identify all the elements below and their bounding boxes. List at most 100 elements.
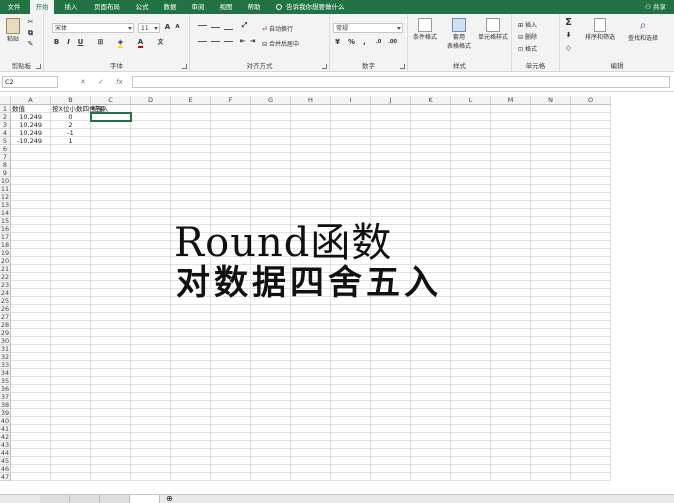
cell-b28[interactable] <box>51 321 91 329</box>
column-header-c[interactable]: C <box>91 96 131 105</box>
select-all-corner[interactable] <box>0 96 11 105</box>
cell-d12[interactable] <box>131 193 171 201</box>
row-header-37[interactable]: 37 <box>0 393 11 401</box>
cell-k41[interactable] <box>411 425 451 433</box>
cell-m41[interactable] <box>491 425 531 433</box>
cell-l40[interactable] <box>451 417 491 425</box>
cell-b40[interactable] <box>51 417 91 425</box>
cell-n23[interactable] <box>531 281 571 289</box>
cell-o23[interactable] <box>571 281 611 289</box>
cell-n37[interactable] <box>531 393 571 401</box>
paste-button[interactable]: 粘贴 <box>3 18 23 43</box>
orientation-icon[interactable]: ⤢ <box>240 21 249 30</box>
cell-l41[interactable] <box>451 425 491 433</box>
cell-n36[interactable] <box>531 385 571 393</box>
cell-e29[interactable] <box>171 329 211 337</box>
cell-h45[interactable] <box>291 457 331 465</box>
cell-e32[interactable] <box>171 353 211 361</box>
decrease-font-icon[interactable]: A <box>173 23 182 32</box>
cell-k36[interactable] <box>411 385 451 393</box>
cell-f40[interactable] <box>211 417 251 425</box>
cell-n3[interactable] <box>531 121 571 129</box>
cell-i27[interactable] <box>331 313 371 321</box>
cell-i33[interactable] <box>331 361 371 369</box>
cell-c7[interactable] <box>91 153 131 161</box>
cell-e8[interactable] <box>171 161 211 169</box>
cell-c33[interactable] <box>91 361 131 369</box>
cell-l29[interactable] <box>451 329 491 337</box>
cell-k37[interactable] <box>411 393 451 401</box>
column-header-a[interactable]: A <box>11 96 51 105</box>
cell-k42[interactable] <box>411 433 451 441</box>
cell-e39[interactable] <box>171 409 211 417</box>
tab-home[interactable]: 开始 <box>30 0 54 14</box>
column-header-i[interactable]: I <box>331 96 371 105</box>
cell-o31[interactable] <box>571 345 611 353</box>
cell-b1[interactable]: 按X位小数四舍五入 <box>51 105 108 113</box>
cell-m30[interactable] <box>491 337 531 345</box>
tab-view[interactable]: 视图 <box>215 0 237 14</box>
cell-m33[interactable] <box>491 361 531 369</box>
cell-b38[interactable] <box>51 401 91 409</box>
underline-button[interactable]: U <box>76 38 85 47</box>
cell-m31[interactable] <box>491 345 531 353</box>
cell-a45[interactable] <box>11 457 51 465</box>
conditional-format-button[interactable]: 条件格式 <box>410 18 440 41</box>
cell-g10[interactable] <box>251 177 291 185</box>
cell-d37[interactable] <box>131 393 171 401</box>
column-header-d[interactable]: D <box>131 96 171 105</box>
cell-o12[interactable] <box>571 193 611 201</box>
font-launcher[interactable] <box>182 64 187 69</box>
cell-g26[interactable] <box>251 305 291 313</box>
autosum-icon[interactable]: Σ <box>564 18 573 28</box>
cell-d13[interactable] <box>131 201 171 209</box>
row-header-32[interactable]: 32 <box>0 353 11 361</box>
cell-d7[interactable] <box>131 153 171 161</box>
cell-i41[interactable] <box>331 425 371 433</box>
row-header-29[interactable]: 29 <box>0 329 11 337</box>
cell-o16[interactable] <box>571 225 611 233</box>
cell-l46[interactable] <box>451 465 491 473</box>
cell-j31[interactable] <box>371 345 411 353</box>
row-header-38[interactable]: 38 <box>0 401 11 409</box>
cell-b24[interactable] <box>51 289 91 297</box>
cell-j9[interactable] <box>371 169 411 177</box>
cell-k44[interactable] <box>411 449 451 457</box>
cell-k2[interactable] <box>411 113 451 121</box>
cell-i39[interactable] <box>331 409 371 417</box>
cell-d39[interactable] <box>131 409 171 417</box>
cell-m45[interactable] <box>491 457 531 465</box>
cell-e11[interactable] <box>171 185 211 193</box>
comma-icon[interactable]: , <box>360 38 369 47</box>
row-header-34[interactable]: 34 <box>0 369 11 377</box>
cell-a46[interactable] <box>11 465 51 473</box>
tab-page-layout[interactable]: 页面布局 <box>89 0 125 14</box>
cell-k9[interactable] <box>411 169 451 177</box>
cell-f12[interactable] <box>211 193 251 201</box>
cell-c24[interactable] <box>91 289 131 297</box>
cell-m2[interactable] <box>491 113 531 121</box>
cell-i6[interactable] <box>331 145 371 153</box>
cell-e38[interactable] <box>171 401 211 409</box>
row-header-26[interactable]: 26 <box>0 305 11 313</box>
cell-b34[interactable] <box>51 369 91 377</box>
cell-k11[interactable] <box>411 185 451 193</box>
cell-c20[interactable] <box>91 257 131 265</box>
cell-d38[interactable] <box>131 401 171 409</box>
cell-e10[interactable] <box>171 177 211 185</box>
row-header-21[interactable]: 21 <box>0 265 11 273</box>
cell-o45[interactable] <box>571 457 611 465</box>
cell-d40[interactable] <box>131 417 171 425</box>
cell-n28[interactable] <box>531 321 571 329</box>
cell-e42[interactable] <box>171 433 211 441</box>
cell-o2[interactable] <box>571 113 611 121</box>
cell-l10[interactable] <box>451 177 491 185</box>
column-header-j[interactable]: J <box>371 96 411 105</box>
row-header-19[interactable]: 19 <box>0 249 11 257</box>
cell-b47[interactable] <box>51 473 91 481</box>
cell-b12[interactable] <box>51 193 91 201</box>
cell-h28[interactable] <box>291 321 331 329</box>
cell-j1[interactable] <box>371 105 411 113</box>
cell-h6[interactable] <box>291 145 331 153</box>
cell-n44[interactable] <box>531 449 571 457</box>
